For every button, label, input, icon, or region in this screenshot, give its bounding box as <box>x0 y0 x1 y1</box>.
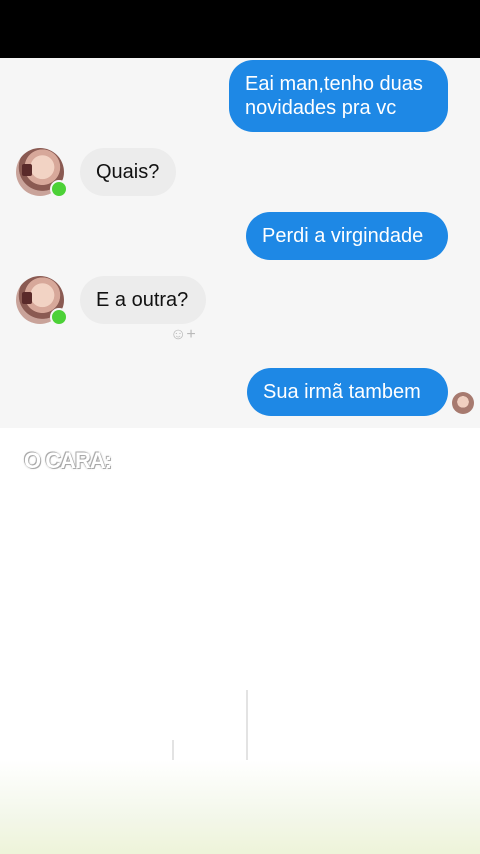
message-2-text: Quais? <box>96 161 160 183</box>
chat-area[interactable]: Eai man,tenho duas novidades pra vc Quai… <box>0 58 480 428</box>
outgoing-message-3[interactable]: Perdi a virgindade <box>246 212 448 260</box>
smile-plus-icon[interactable]: ☺+ <box>170 326 196 344</box>
caption-text: O CARA: <box>24 448 112 473</box>
message-5-text: Sua irmã tambem <box>263 381 421 403</box>
message-4-text: E a outra? <box>96 289 189 311</box>
message-3-text: Perdi a virgindade <box>262 225 424 247</box>
seen-avatar-icon <box>452 392 474 414</box>
outgoing-message-5[interactable]: Sua irmã tambem <box>247 368 448 416</box>
message-1-line-2: novidades pra vc <box>245 97 397 119</box>
avatar-photo-detail <box>22 164 32 176</box>
incoming-message-2[interactable]: Quais? <box>80 148 176 196</box>
incoming-message-4[interactable]: E a outra? <box>80 276 206 324</box>
bottom-faded-background <box>0 760 480 854</box>
outgoing-message-1[interactable]: Eai man,tenho duas novidades pra vc <box>229 60 448 132</box>
online-status-icon <box>50 180 68 198</box>
top-black-bar <box>0 0 480 58</box>
message-1-line-1: Eai man,tenho duas <box>245 73 423 95</box>
avatar-photo-detail <box>22 292 32 304</box>
online-status-icon <box>50 308 68 326</box>
